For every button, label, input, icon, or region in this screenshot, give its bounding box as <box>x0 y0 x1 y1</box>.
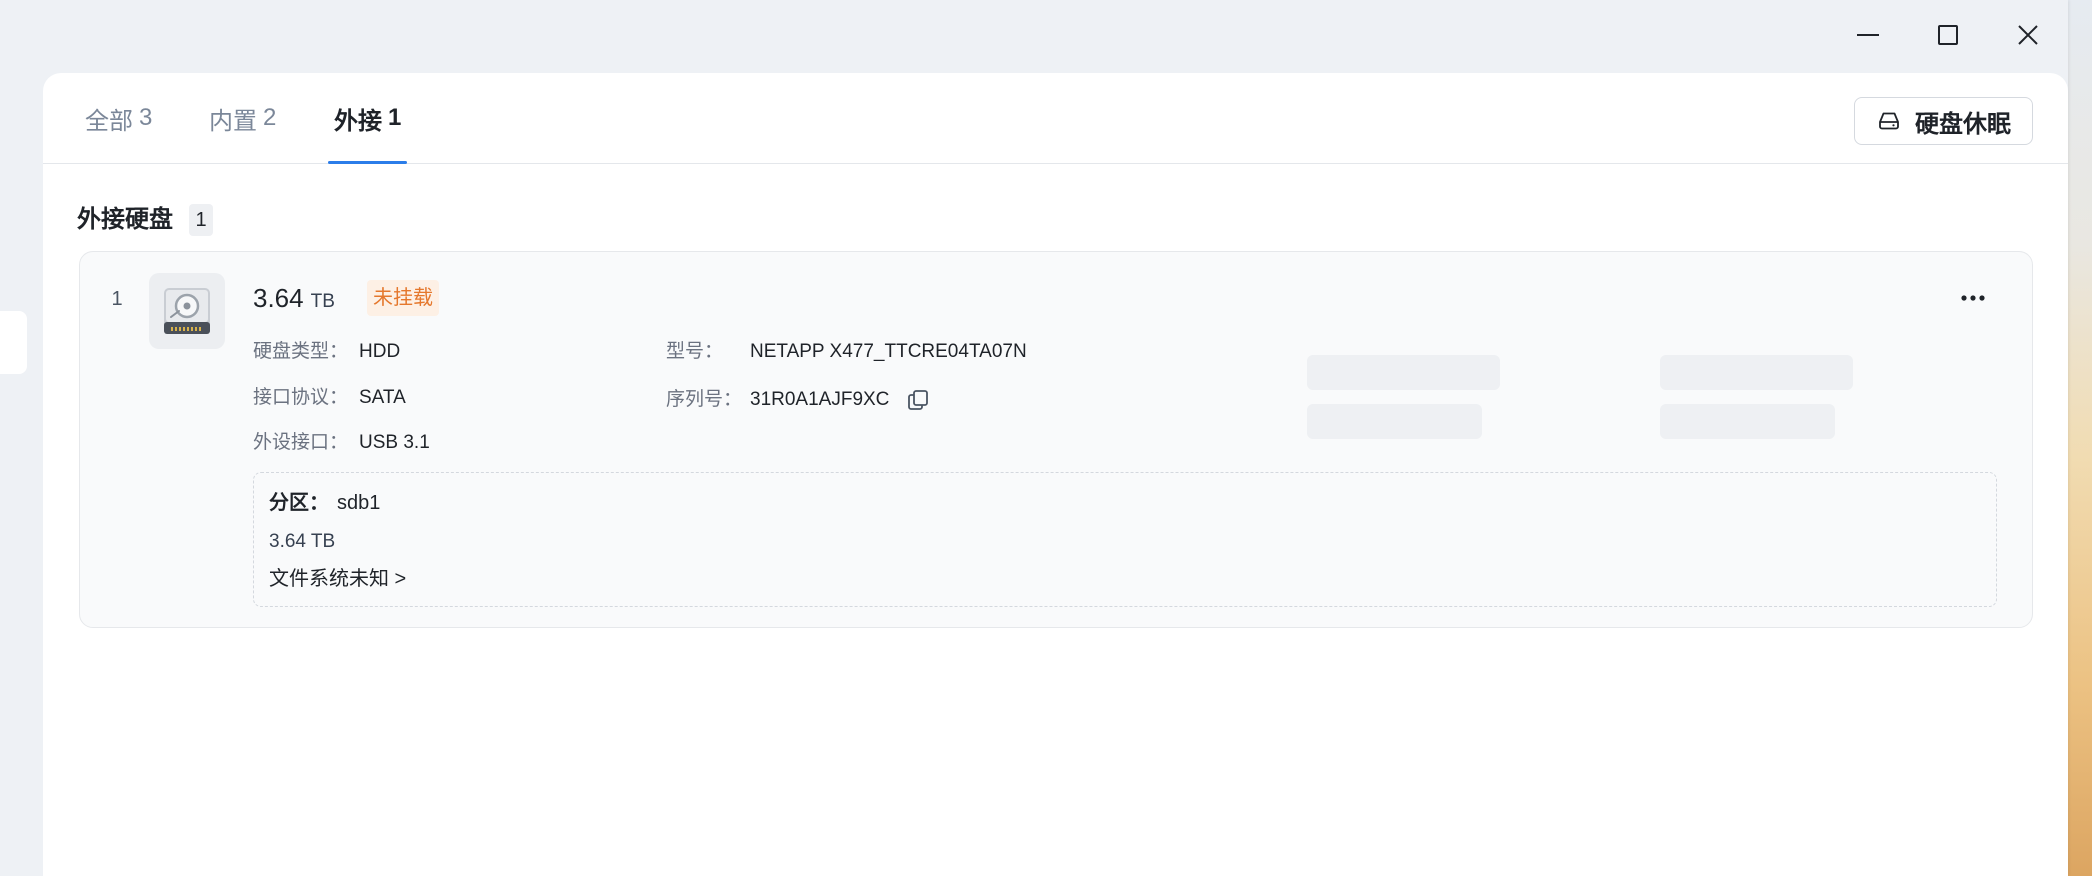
model-value: NETAPP X477_TTCRE04TA07N <box>750 341 1027 362</box>
tab-count: 2 <box>263 104 277 131</box>
app-window: 全部 3 内置 2 外接 1 硬盘休眠 外接硬盘 1 1 3.64 TB 未挂载… <box>0 0 2068 876</box>
disk-index: 1 <box>111 288 123 310</box>
maximize-icon <box>1938 25 1958 45</box>
close-button[interactable] <box>2008 15 2048 55</box>
partition-label: 分区： <box>269 492 329 514</box>
section-count-badge: 1 <box>189 204 213 236</box>
model-label: 型号： <box>666 341 724 362</box>
status-badge: 未挂载 <box>367 280 439 316</box>
copy-icon[interactable] <box>906 388 930 412</box>
protocol-value: SATA <box>359 387 406 408</box>
more-button[interactable] <box>1959 286 1987 310</box>
more-horizontal-icon <box>1961 295 1985 301</box>
disk-sleep-label: 硬盘休眠 <box>1915 110 2011 138</box>
filesystem-link[interactable]: 文件系统未知 > <box>269 565 406 593</box>
tab-external[interactable]: 外接 1 <box>328 73 408 164</box>
sidebar-card-edge <box>0 311 27 374</box>
desktop-wallpaper-edge <box>2068 0 2092 876</box>
minimize-icon <box>1857 34 1879 36</box>
disk-panel: 全部 3 内置 2 外接 1 硬盘休眠 外接硬盘 1 1 3.64 TB 未挂载… <box>43 73 2068 876</box>
capacity-unit: TB <box>310 291 335 312</box>
disk-capacity: 3.64 TB <box>253 281 335 315</box>
loading-skeleton <box>1307 404 1482 439</box>
disk-type-value: HDD <box>359 341 401 362</box>
hard-drive-icon <box>1877 109 1901 133</box>
capacity-value: 3.64 <box>253 283 304 313</box>
serial-label: 序列号： <box>666 389 743 410</box>
maximize-button[interactable] <box>1928 15 1968 55</box>
tab-internal[interactable]: 内置 2 <box>203 73 282 163</box>
tab-count: 3 <box>139 104 153 131</box>
protocol-label: 接口协议： <box>253 387 349 408</box>
loading-skeleton <box>1660 355 1853 390</box>
tab-bar: 全部 3 内置 2 外接 1 硬盘休眠 <box>43 73 2068 164</box>
section-title: 外接硬盘 <box>77 206 173 233</box>
disk-type-label: 硬盘类型： <box>253 341 349 362</box>
serial-value: 31R0A1AJF9XC <box>750 389 890 410</box>
tab-label: 全部 <box>85 107 133 135</box>
tab-all[interactable]: 全部 3 <box>79 73 158 163</box>
loading-skeleton <box>1660 404 1835 439</box>
disk-card: 1 3.64 TB 未挂载 硬盘类型： HDD 接口协议： SATA 外设接口：… <box>79 251 2033 628</box>
port-label: 外设接口： <box>253 432 349 453</box>
tab-count: 1 <box>388 104 402 131</box>
hard-disk-icon <box>149 273 225 349</box>
port-value: USB 3.1 <box>359 432 430 453</box>
partition-name: sdb1 <box>337 492 381 514</box>
partition-size: 3.64 TB <box>269 531 336 552</box>
close-icon <box>2018 25 2038 45</box>
tab-label: 外接 <box>334 107 382 135</box>
minimize-button[interactable] <box>1848 15 1888 55</box>
partition-box: 分区： sdb1 3.64 TB 文件系统未知 > <box>253 472 1997 607</box>
disk-sleep-button[interactable]: 硬盘休眠 <box>1854 97 2033 145</box>
loading-skeleton <box>1307 355 1500 390</box>
tab-label: 内置 <box>209 107 257 135</box>
